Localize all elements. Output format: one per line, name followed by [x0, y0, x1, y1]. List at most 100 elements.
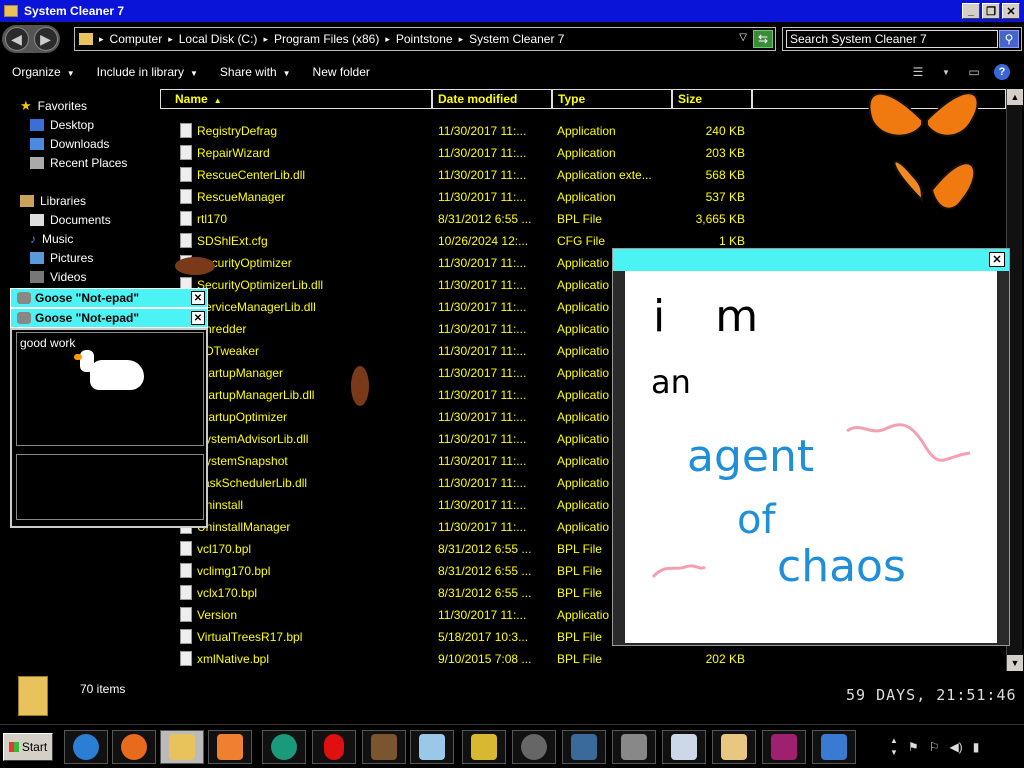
- goose-notepad-titlebar-back[interactable]: Goose "Not-epad" ✕: [10, 288, 208, 308]
- goose-title-back: Goose "Not-epad": [35, 291, 140, 305]
- chain-icon: [621, 734, 647, 760]
- taskbar-speedometer[interactable]: [512, 730, 556, 764]
- taskbar-tool[interactable]: [462, 730, 506, 764]
- taskbar-app-box[interactable]: [562, 730, 606, 764]
- folder-large-icon: [18, 676, 48, 716]
- nav-desktop[interactable]: Desktop: [30, 118, 94, 132]
- file-name: SystemAdvisorLib.dll: [197, 432, 309, 446]
- breadcrumb-local-disk[interactable]: Local Disk (C:): [179, 32, 258, 46]
- documents-icon: [30, 214, 44, 226]
- taskbar-user[interactable]: [812, 730, 856, 764]
- forward-arrow-icon[interactable]: ▶: [33, 27, 58, 51]
- file-name: vclx170.bpl: [197, 586, 258, 600]
- close-icon[interactable]: ✕: [191, 291, 205, 305]
- back-arrow-icon[interactable]: ◀: [4, 27, 29, 51]
- file-name: RepairWizard: [197, 146, 270, 160]
- file-type: Applicatio: [557, 388, 610, 402]
- nav-recent-places[interactable]: Recent Places: [30, 156, 127, 170]
- nav-downloads[interactable]: Downloads: [30, 137, 109, 151]
- file-row[interactable]: RescueCenterLib.dll 11/30/2017 11:... Appl…: [160, 164, 760, 186]
- box-app-icon: [571, 734, 597, 760]
- help-icon[interactable]: ?: [994, 64, 1010, 80]
- close-icon[interactable]: ✕: [989, 252, 1005, 267]
- nav-pictures[interactable]: Pictures: [30, 251, 93, 265]
- sort-up-icon: ▲: [213, 96, 222, 105]
- file-date: 11/30/2017 11:...: [438, 322, 527, 336]
- close-icon[interactable]: ✕: [191, 311, 205, 325]
- file-row[interactable]: RegistryDefrag 11/30/2017 11:... Applicati…: [160, 120, 760, 142]
- taskbar-chain[interactable]: [612, 730, 656, 764]
- start-button[interactable]: Start: [3, 733, 53, 761]
- address-bar[interactable]: ▸ Computer ▸ Local Disk (C:) ▸ Program F…: [74, 27, 776, 51]
- maximize-button[interactable]: ❐: [982, 3, 1000, 19]
- scroll-up-arrow-icon[interactable]: ▲: [1007, 89, 1023, 105]
- taskbar-firefox[interactable]: [112, 730, 156, 764]
- breadcrumb-computer[interactable]: Computer: [110, 32, 163, 46]
- folder-icon: [4, 5, 18, 17]
- taskbar-explorer[interactable]: [160, 730, 204, 764]
- taskbar-opera[interactable]: [312, 730, 356, 764]
- file-type: Applicatio: [557, 322, 610, 336]
- file-size: 202 KB: [705, 652, 745, 666]
- flag-icon[interactable]: ⚐: [929, 740, 940, 754]
- window-titlebar[interactable]: System Cleaner 7 _ ❐ ✕: [0, 0, 1024, 22]
- notepad-icon: [17, 312, 31, 324]
- share-with-menu[interactable]: Share with ▼: [220, 65, 291, 79]
- file-row[interactable]: RescueManager 11/30/2017 11:... Applicatio…: [160, 186, 760, 208]
- nav-libraries[interactable]: Libraries: [20, 194, 86, 208]
- taskbar-notepad[interactable]: [410, 730, 454, 764]
- tray-scroll[interactable]: ▲ ▼: [890, 735, 898, 759]
- column-header-date[interactable]: Date modified: [432, 89, 552, 109]
- nav-videos[interactable]: Videos: [30, 270, 86, 284]
- new-folder-button[interactable]: New folder: [313, 65, 370, 79]
- breadcrumb-pointstone[interactable]: Pointstone: [396, 32, 453, 46]
- internet-explorer-icon: [73, 734, 99, 760]
- include-library-menu[interactable]: Include in library ▼: [97, 65, 198, 79]
- column-name-label: Name: [175, 92, 208, 106]
- breadcrumb-system-cleaner[interactable]: System Cleaner 7: [469, 32, 564, 46]
- taskbar-internet-explorer[interactable]: [64, 730, 108, 764]
- search-icon[interactable]: ⚲: [999, 30, 1019, 48]
- scroll-down-arrow-icon[interactable]: ▼: [1007, 655, 1023, 671]
- file-row[interactable]: xmlNative.bpl 9/10/2015 7:08 ... BPL File 2…: [160, 648, 760, 670]
- organize-menu[interactable]: Organize ▼: [12, 65, 75, 79]
- search-box[interactable]: Search System Cleaner 7 ⚲: [782, 27, 1022, 51]
- nav-favorites[interactable]: ★ Favorites: [20, 98, 87, 114]
- file-date: 11/30/2017 11:...: [438, 454, 527, 468]
- media-player-icon: [217, 734, 243, 760]
- taskbar-app-globe[interactable]: [262, 730, 306, 764]
- drawing-titlebar[interactable]: ✕: [613, 249, 1009, 271]
- preview-pane-icon[interactable]: ▭: [966, 65, 982, 79]
- file-row[interactable]: RepairWizard 11/30/2017 11:... Application…: [160, 142, 760, 164]
- drawing-canvas[interactable]: i m an agent of chaos: [625, 271, 997, 643]
- file-date: 11/30/2017 11:...: [438, 256, 527, 270]
- taskbar-minecraft[interactable]: [362, 730, 406, 764]
- column-header-name[interactable]: Name ▲: [160, 89, 432, 109]
- taskbar-app-window[interactable]: [662, 730, 706, 764]
- chevron-down-icon[interactable]: ▼: [938, 65, 954, 79]
- search-input[interactable]: Search System Cleaner 7: [786, 30, 998, 48]
- volume-icon[interactable]: ◀): [949, 740, 962, 754]
- nav-music[interactable]: ♪ Music: [30, 232, 73, 246]
- nav-documents[interactable]: Documents: [30, 213, 111, 227]
- breadcrumb-program-files[interactable]: Program Files (x86): [274, 32, 379, 46]
- power-icon[interactable]: ▮: [973, 740, 980, 754]
- taskbar-media-player[interactable]: [208, 730, 252, 764]
- goose-notepad-titlebar[interactable]: Goose "Not-epad" ✕: [10, 308, 208, 328]
- refresh-icon[interactable]: ⇆: [753, 30, 773, 48]
- network-icon[interactable]: ⚑: [908, 740, 919, 754]
- chevron-down-icon[interactable]: ▽: [739, 32, 747, 43]
- file-icon: [180, 145, 192, 160]
- file-row[interactable]: rtl170 8/31/2012 6:55 ... BPL File 3,665 KB: [160, 208, 760, 230]
- minimize-button[interactable]: _: [962, 3, 980, 19]
- file-size: 537 KB: [705, 190, 745, 204]
- column-header-type[interactable]: Type: [552, 89, 672, 109]
- taskbar-cleaner[interactable]: [712, 730, 756, 764]
- file-date: 5/18/2017 10:3...: [438, 630, 529, 644]
- column-header-size[interactable]: Size: [672, 89, 752, 109]
- file-date: 11/30/2017 11:...: [438, 124, 527, 138]
- uptime-clock: 59 DAYS, 21:51:46: [846, 686, 1017, 704]
- taskbar-winrar[interactable]: [762, 730, 806, 764]
- view-options-icon[interactable]: ☰: [910, 65, 926, 79]
- close-button[interactable]: ✕: [1002, 3, 1020, 19]
